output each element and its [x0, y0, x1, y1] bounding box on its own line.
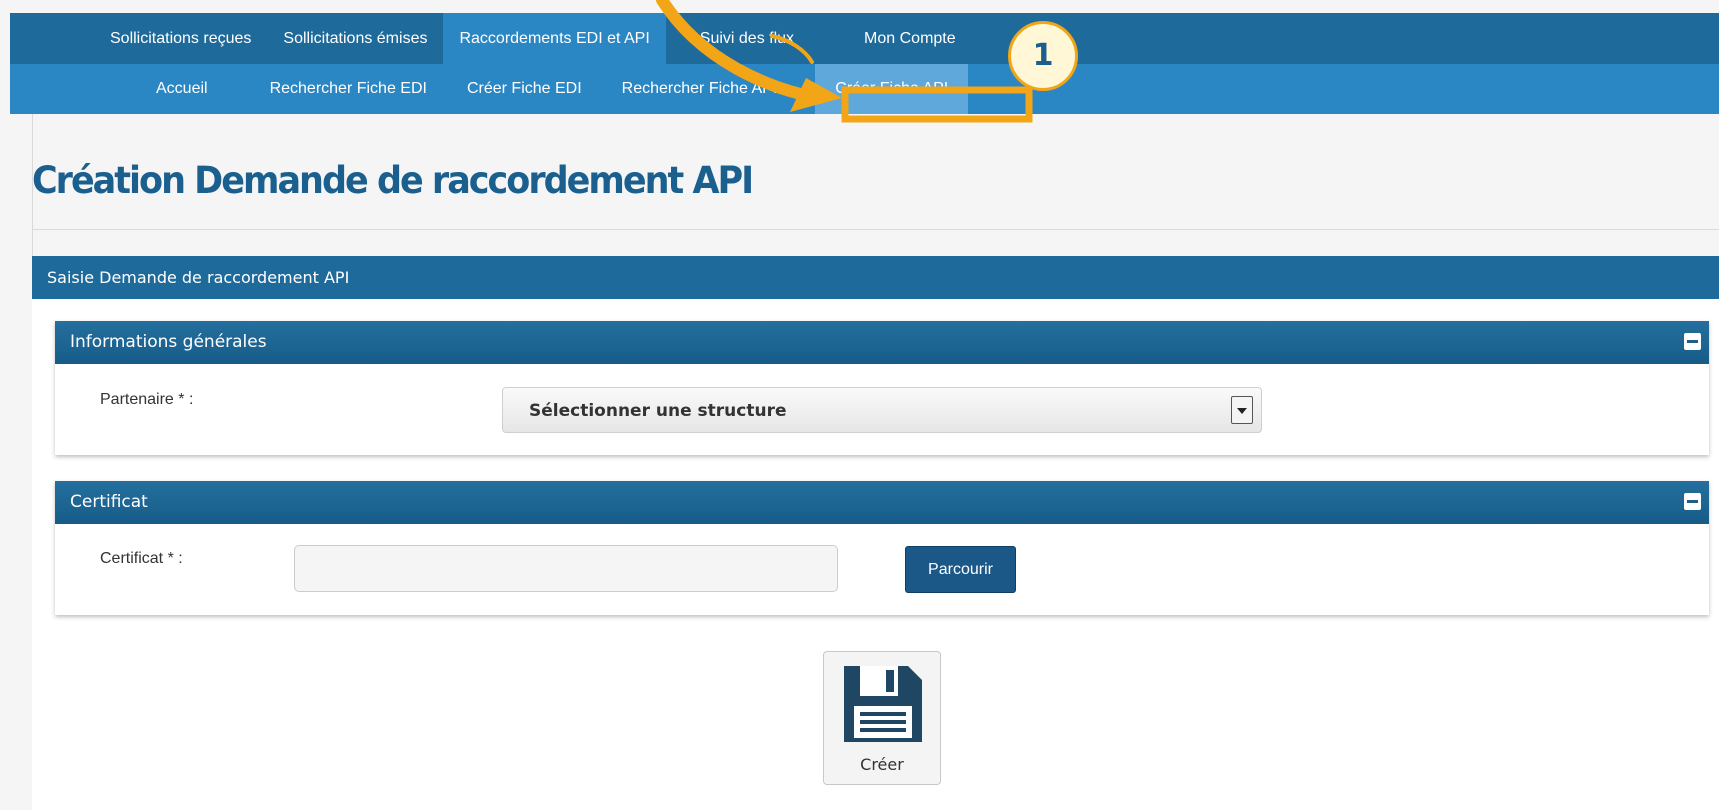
top-nav-item-sent[interactable]: Sollicitations émises: [267, 13, 443, 64]
floppy-disk-icon: [844, 666, 922, 742]
browse-button[interactable]: Parcourir: [905, 546, 1016, 593]
chevron-down-icon[interactable]: [1231, 396, 1253, 424]
top-nav-item-edi-api[interactable]: Raccordements EDI et API: [443, 13, 666, 64]
certificate-header: Certificat: [55, 481, 1709, 524]
top-nav: Sollicitations reçues Sollicitations émi…: [10, 13, 1719, 64]
top-nav-item-received[interactable]: Sollicitations reçues: [94, 13, 267, 64]
collapse-icon[interactable]: [1684, 333, 1701, 350]
sub-nav: Accueil Rechercher Fiche EDI Créer Fiche…: [10, 64, 1719, 114]
top-nav-item-account[interactable]: Mon Compte: [848, 13, 972, 64]
page-title: Création Demande de raccordement API: [32, 160, 754, 203]
title-divider: [32, 229, 1719, 230]
sub-nav-item-search-edi[interactable]: Rechercher Fiche EDI: [250, 64, 447, 114]
certificate-file-input[interactable]: [294, 545, 838, 592]
sub-nav-item-create-edi[interactable]: Créer Fiche EDI: [447, 64, 602, 114]
create-button[interactable]: Créer: [823, 651, 941, 785]
panel-header: Saisie Demande de raccordement API: [32, 256, 1719, 299]
general-info-title: Informations générales: [70, 332, 267, 352]
sub-nav-item-home[interactable]: Accueil: [136, 64, 228, 114]
partner-label: Partenaire * :: [100, 391, 194, 408]
create-button-label: Créer: [860, 755, 904, 774]
step-badge: 1: [1008, 21, 1078, 91]
page: Sollicitations reçues Sollicitations émi…: [0, 0, 1719, 810]
sub-nav-item-create-api[interactable]: Créer Fiche API: [815, 64, 969, 114]
general-info-header: Informations générales: [55, 321, 1709, 364]
collapse-icon[interactable]: [1684, 493, 1701, 510]
partner-select-value: Sélectionner une structure: [529, 401, 787, 421]
certificate-title: Certificat: [70, 492, 148, 512]
top-nav-item-flows[interactable]: Suivi des flux: [684, 13, 810, 64]
certificate-label: Certificat * :: [100, 550, 183, 567]
partner-select[interactable]: Sélectionner une structure: [502, 387, 1262, 433]
sub-nav-item-search-api[interactable]: Rechercher Fiche API: [602, 64, 798, 114]
